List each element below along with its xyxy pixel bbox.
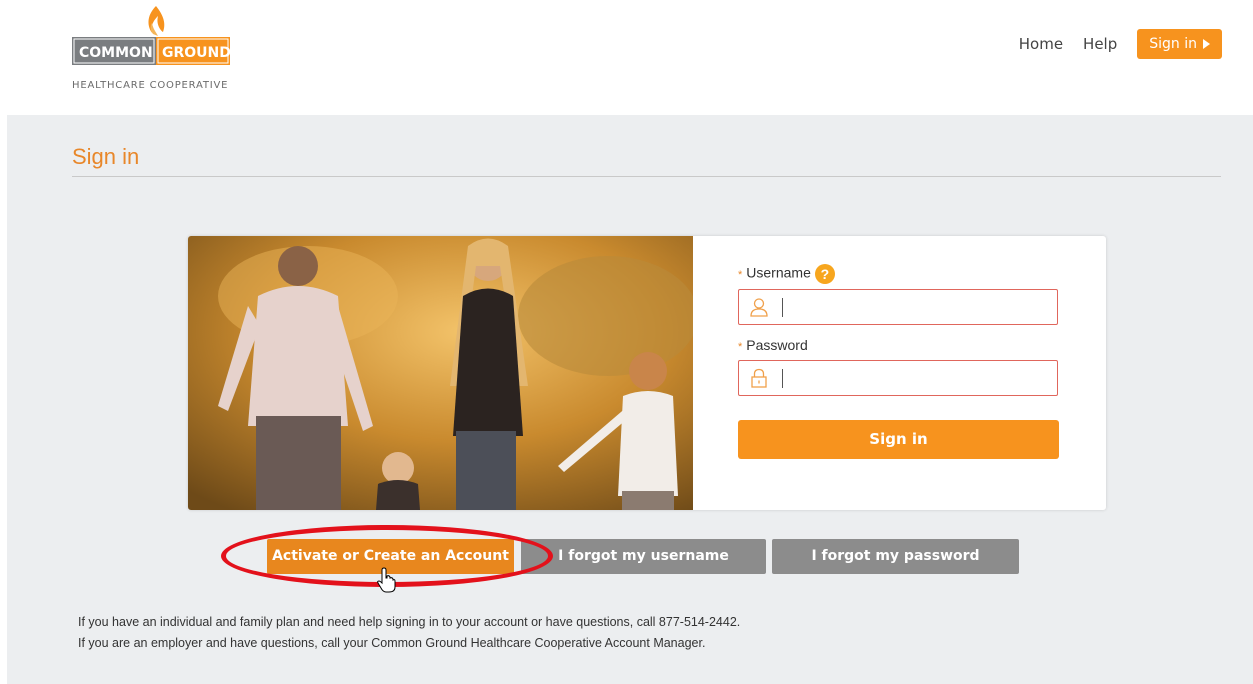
required-marker: * — [738, 341, 743, 353]
logo-word-ground: GROUND — [162, 45, 231, 61]
username-field[interactable] — [738, 289, 1058, 325]
password-label-row: * Password — [738, 337, 808, 353]
nav-signin-label: Sign in — [1149, 36, 1197, 52]
nav-help-link[interactable]: Help — [1083, 35, 1117, 53]
text-caret — [782, 369, 783, 388]
forgot-password-button[interactable]: I forgot my password — [772, 539, 1019, 574]
password-field[interactable] — [738, 360, 1058, 396]
username-label: Username — [746, 264, 811, 281]
family-photo — [188, 236, 693, 510]
password-label: Password — [746, 337, 808, 353]
required-marker: * — [738, 268, 743, 281]
password-input[interactable] — [785, 365, 1049, 393]
logo-tagline: HEALTHCARE COOPERATIVE — [72, 80, 229, 91]
logo-word-common: COMMON — [79, 45, 153, 61]
title-divider — [72, 176, 1221, 177]
page-title: Sign in — [72, 144, 140, 169]
username-input[interactable] — [785, 294, 1049, 322]
caret-right-icon — [1203, 39, 1210, 49]
main-content: Sign in * Username ? * Password Sign in … — [7, 115, 1253, 684]
text-caret — [782, 298, 783, 317]
site-header: COMMON GROUND HEALTHCARE COOPERATIVE Hom… — [0, 0, 1253, 115]
forgot-username-button[interactable]: I forgot my username — [521, 539, 766, 574]
logo-graphic: COMMON GROUND — [72, 6, 231, 65]
nav-signin-button[interactable]: Sign in — [1137, 29, 1222, 59]
hand-pointer-icon — [377, 567, 396, 593]
username-label-row: * Username? — [738, 264, 835, 284]
nav-home-link[interactable]: Home — [1019, 35, 1063, 53]
lock-icon — [751, 368, 767, 388]
user-icon — [750, 298, 768, 317]
info-line-individual: If you have an individual and family pla… — [78, 615, 741, 629]
signin-button[interactable]: Sign in — [738, 420, 1059, 459]
signin-form: * Username? * Password Sign in — [738, 236, 1068, 510]
info-line-employer: If you are an employer and have question… — [78, 636, 706, 650]
help-icon[interactable]: ? — [814, 264, 835, 284]
top-nav: Home Help Sign in — [1019, 29, 1222, 59]
signin-card: * Username? * Password Sign in — [188, 236, 1106, 510]
